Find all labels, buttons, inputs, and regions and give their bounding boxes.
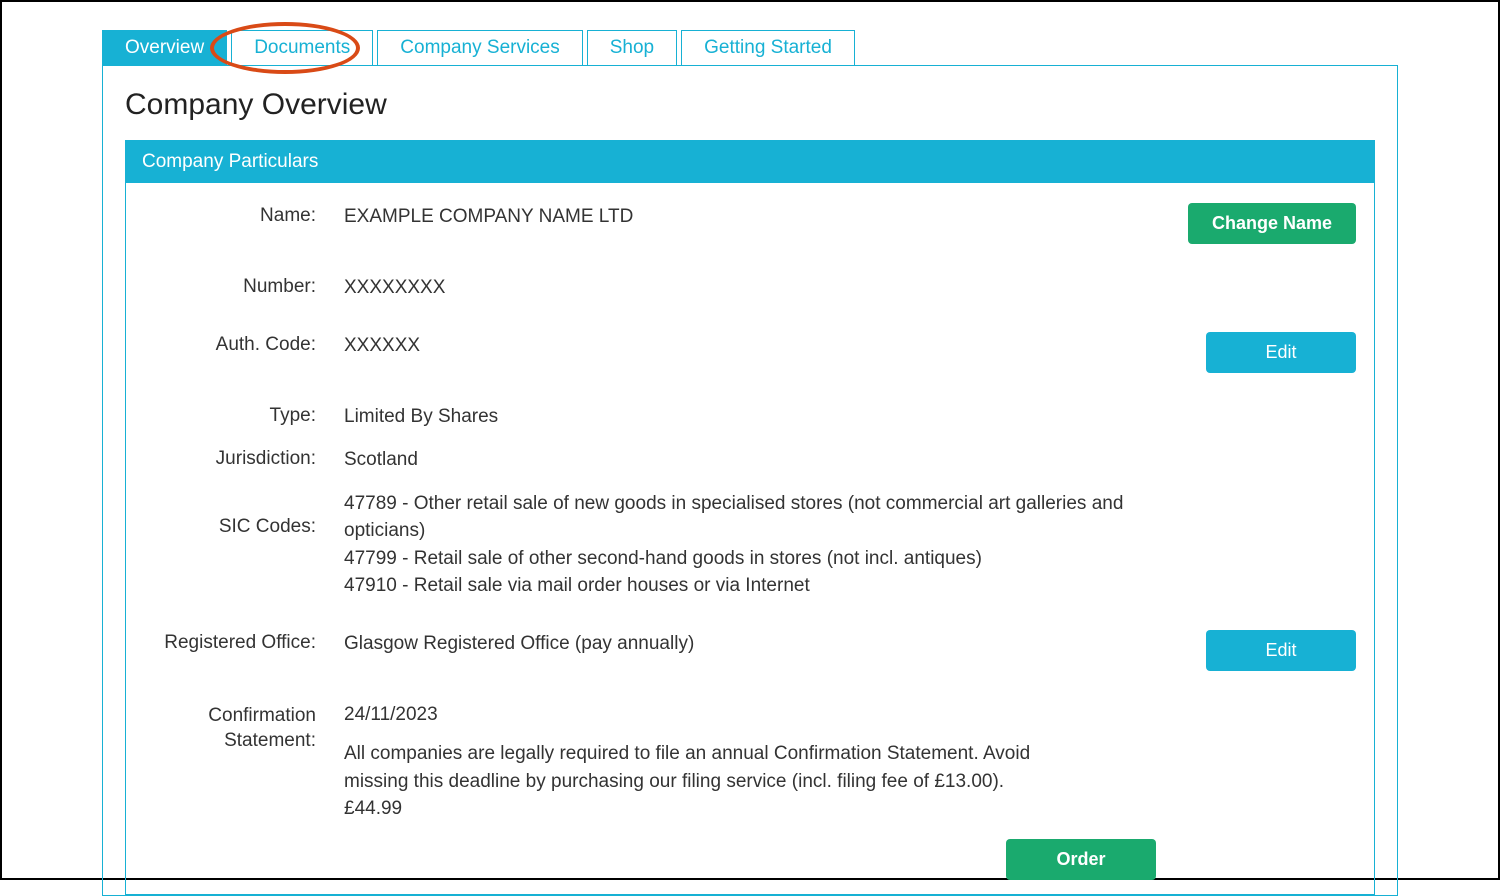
tab-getting-started[interactable]: Getting Started [681,30,855,66]
value-sic-codes: 47789 - Other retail sale of new goods i… [344,490,1186,600]
value-type: Limited By Shares [344,403,1186,431]
company-particulars-panel: Company Particulars Name: EXAMPLE COMPAN… [125,140,1375,895]
sic-code-line: 47799 - Retail sale of other second-hand… [344,545,1186,573]
row-name: Name: EXAMPLE COMPANY NAME LTD Change Na… [144,203,1356,244]
value-name: EXAMPLE COMPANY NAME LTD [344,203,1186,231]
tab-shop[interactable]: Shop [587,30,677,66]
tab-overview[interactable]: Overview [102,30,227,66]
edit-registered-office-button[interactable]: Edit [1206,630,1356,671]
panel-header: Company Particulars [126,141,1374,183]
row-confirmation-statement: Confirmation Statement: 24/11/2023 All c… [144,701,1356,823]
tab-company-services[interactable]: Company Services [377,30,582,66]
order-button[interactable]: Order [1006,839,1156,880]
row-jurisdiction: Jurisdiction: Scotland [144,446,1356,474]
tab-documents[interactable]: Documents [231,30,373,66]
label-sic-codes: SIC Codes: [144,490,344,538]
value-confirmation-statement: 24/11/2023 All companies are legally req… [344,701,1186,823]
value-auth-code: XXXXXX [344,332,1186,360]
sic-code-line: 47910 - Retail sale via mail order house… [344,572,1186,600]
row-number: Number: XXXXXXXX [144,274,1356,302]
label-confirmation-statement: Confirmation Statement: [144,701,344,754]
label-type: Type: [144,403,344,427]
tab-bar: Overview Documents Company Services Shop… [102,30,1398,66]
page-title: Company Overview [125,88,1375,122]
label-auth-code: Auth. Code: [144,332,344,356]
value-registered-office: Glasgow Registered Office (pay annually) [344,630,1186,658]
label-number: Number: [144,274,344,298]
row-auth-code: Auth. Code: XXXXXX Edit [144,332,1356,373]
row-registered-office: Registered Office: Glasgow Registered Of… [144,630,1356,671]
change-name-button[interactable]: Change Name [1188,203,1356,244]
confirmation-text: All companies are legally required to fi… [344,740,1044,795]
confirmation-date: 24/11/2023 [344,701,1186,729]
edit-auth-code-button[interactable]: Edit [1206,332,1356,373]
value-jurisdiction: Scotland [344,446,1186,474]
row-type: Type: Limited By Shares [144,403,1356,431]
label-name: Name: [144,203,344,227]
label-registered-office: Registered Office: [144,630,344,654]
value-number: XXXXXXXX [344,274,1186,302]
label-jurisdiction: Jurisdiction: [144,446,344,470]
content-frame: Company Overview Company Particulars Nam… [102,65,1398,896]
confirmation-price: £44.99 [344,795,1186,823]
sic-code-line: 47789 - Other retail sale of new goods i… [344,490,1186,545]
row-sic-codes: SIC Codes: 47789 - Other retail sale of … [144,490,1356,600]
